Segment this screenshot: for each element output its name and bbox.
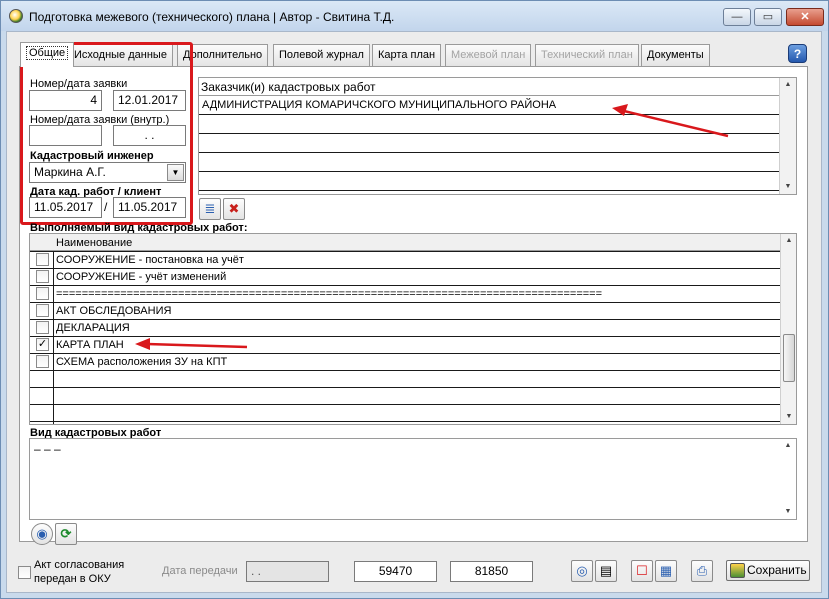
- arrow-to-map-plan: [135, 338, 248, 350]
- annotation-arrows: [135, 104, 729, 350]
- arrow-to-customer: [612, 104, 729, 138]
- tab-general[interactable]: Общие: [20, 42, 75, 67]
